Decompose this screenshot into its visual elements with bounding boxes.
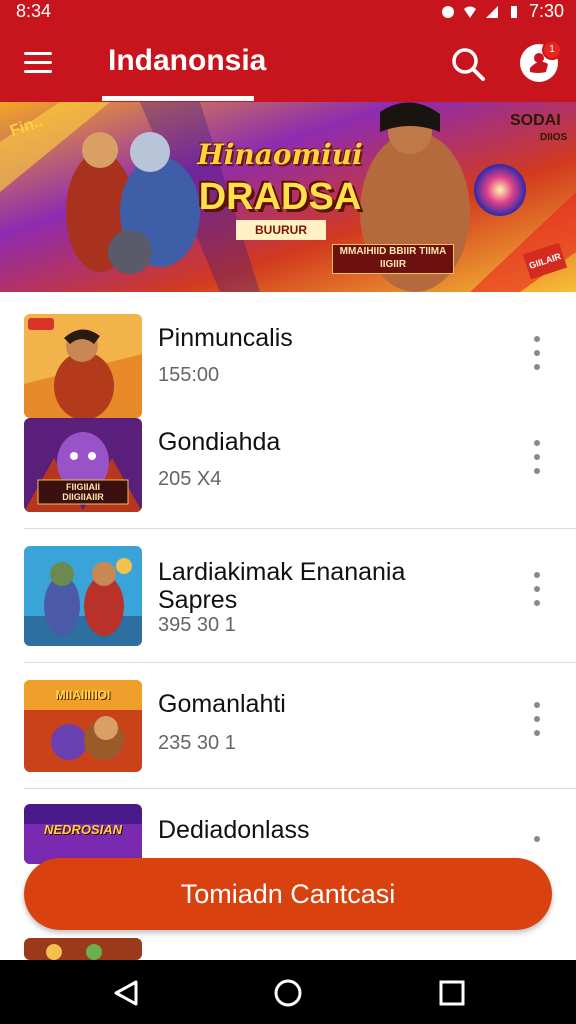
banner-corner-right: SODAI — [510, 112, 561, 129]
featured-banner[interactable]: Fin.. Hinaomiui DRADSA BUURUR MMAIHIID B… — [0, 102, 576, 292]
game-title: Lardiakimak Enanania Sapres — [158, 558, 406, 614]
game-title: Pinmuncalis — [158, 324, 293, 352]
signal-icon — [485, 5, 498, 18]
game-thumbnail — [24, 546, 142, 646]
more-options-icon[interactable] — [530, 572, 544, 612]
page-title: Indanonsia — [108, 44, 267, 77]
more-options-icon[interactable] — [530, 336, 544, 376]
game-thumbnail: MIIAIIIIIOI — [24, 680, 142, 772]
more-options-icon[interactable] — [530, 440, 544, 480]
search-icon[interactable] — [450, 46, 486, 82]
banner-subtitle: BUURUR — [236, 220, 326, 240]
thumbnail-caption: MIIAIIIIIOI — [55, 688, 111, 702]
primary-cta-button[interactable]: Tomiadn Cantcasi — [24, 858, 552, 930]
active-tab-indicator — [102, 96, 254, 101]
app-bar: Indanonsia 1 — [0, 24, 576, 102]
hamburger-icon[interactable] — [24, 52, 52, 74]
game-meta: 155:00 — [158, 364, 220, 386]
list-item[interactable]: NEDROSIAN Dediadonlass — [0, 802, 576, 864]
game-title: Gondiahda — [158, 428, 281, 456]
divider — [24, 788, 576, 789]
more-options-icon[interactable] — [530, 702, 544, 742]
game-title: Gomanlahti — [158, 690, 286, 718]
status-icons: 7:30 — [441, 1, 564, 22]
game-meta: 235 30 1 — [158, 732, 236, 754]
banner-corner-right-small: DIIOS — [540, 132, 568, 143]
wifi-icon — [463, 6, 476, 18]
game-thumbnail: FIIGIIAII DIIGIIAIIR — [24, 418, 142, 512]
game-meta: 205 X4 — [158, 468, 222, 490]
list-item[interactable]: FIIGIIAII DIIGIIAIIR Gondiahda 205 X4 — [0, 416, 576, 512]
game-title: Dediadonlass — [158, 816, 310, 844]
divider — [24, 662, 576, 663]
divider — [24, 528, 576, 529]
profile-button[interactable]: 1 — [520, 40, 562, 82]
list-item[interactable]: Lardiakimak Enanania Sapres 395 30 1 — [0, 544, 576, 648]
banner-title-line2: DRADSA — [198, 176, 362, 218]
notification-icon — [441, 5, 454, 18]
notification-badge: 1 — [542, 40, 562, 60]
banner-title-line1: Hinaomiui — [197, 138, 363, 171]
battery-icon — [510, 5, 517, 18]
status-time: 8:34 — [16, 1, 52, 21]
system-nav-bar — [0, 960, 576, 1024]
game-meta: 395 30 1 — [158, 614, 236, 636]
banner-tag: MMAIHIID BBIIR TIIMA IIGIIR — [332, 244, 454, 274]
status-bar: 8:34 7:30 — [0, 0, 576, 24]
status-clock: 7:30 — [528, 1, 564, 21]
list-item[interactable]: MIIAIIIIIOI Gomanlahti 235 30 1 — [0, 678, 576, 774]
back-icon[interactable] — [112, 978, 142, 1008]
game-thumbnail-partial — [24, 938, 142, 960]
game-thumbnail — [24, 314, 142, 418]
thumbnail-caption: NEDROSIAN — [43, 822, 122, 837]
game-thumbnail: NEDROSIAN — [24, 804, 142, 864]
thumbnail-caption: FIIGIIAII DIIGIIAIIR — [62, 482, 104, 502]
home-icon[interactable] — [273, 978, 303, 1008]
recents-icon[interactable] — [437, 978, 467, 1008]
list-item[interactable]: Pinmuncalis 155:00 — [0, 312, 576, 418]
